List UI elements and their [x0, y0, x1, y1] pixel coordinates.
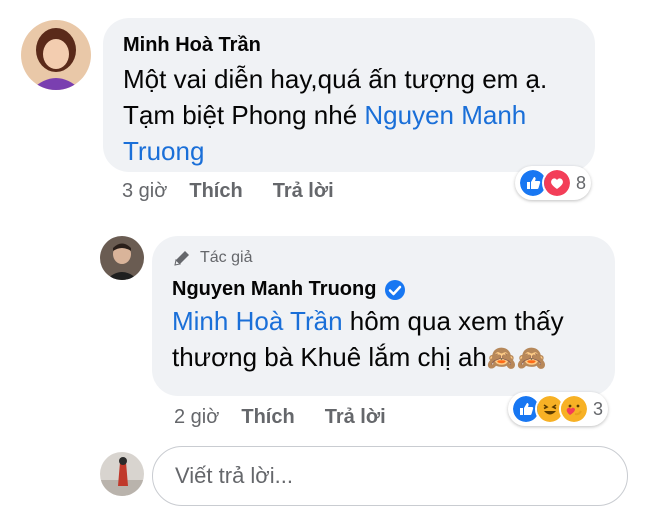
like-button[interactable]: Thích	[241, 406, 294, 429]
reply-actions: 2 giờ Thích Trả lời	[174, 406, 386, 429]
mention-link[interactable]: Truong	[123, 133, 575, 169]
reply-bubble: Tác giả Nguyen Manh Truong Minh Hoà Trần…	[152, 236, 615, 396]
reaction-summary[interactable]: 3	[508, 392, 609, 426]
like-button[interactable]: Thích	[189, 180, 242, 203]
reply-input[interactable]: Viết trả lời...	[152, 446, 628, 506]
author-badge: Tác giả	[172, 248, 595, 268]
comment-author-avatar[interactable]	[21, 20, 91, 90]
mention-link[interactable]: Minh Hoà Trần	[172, 306, 343, 336]
reaction-summary[interactable]: 8	[515, 166, 592, 200]
reaction-count: 3	[593, 398, 604, 419]
reply-text-fragment: thương bà Khuê lắm chị ah	[172, 342, 487, 372]
mention-link[interactable]: Nguyen Manh	[364, 100, 526, 130]
comment-timestamp[interactable]: 3 giờ	[122, 180, 167, 203]
comment-author-name[interactable]: Minh Hoà Trần	[123, 34, 575, 57]
reply-text-line: Minh Hoà Trần hôm qua xem thấy	[172, 303, 595, 339]
comment-bubble: Minh Hoà Trần Một vai diễn hay,quá ấn tư…	[103, 18, 595, 172]
current-user-avatar[interactable]	[100, 452, 144, 496]
reply-input-placeholder: Viết trả lời...	[175, 463, 293, 488]
comment-text-line: Tạm biệt Phong nhé Nguyen Manh	[123, 97, 575, 133]
reply-text: Minh Hoà Trần hôm qua xem thấy thương bà…	[172, 303, 595, 377]
verified-badge-icon	[385, 279, 406, 300]
pencil-icon	[174, 251, 189, 266]
reaction-count: 8	[576, 172, 587, 193]
see-no-evil-monkey-icon: 🙈🙈	[486, 345, 547, 372]
love-reaction-icon	[542, 168, 572, 198]
reply-author-name[interactable]: Nguyen Manh Truong	[172, 278, 376, 301]
reply-text-line: thương bà Khuê lắm chị ah🙈🙈	[172, 339, 595, 377]
reply-button[interactable]: Trả lời	[273, 180, 334, 203]
care-reaction-icon	[559, 394, 589, 424]
comment-text-fragment: Tạm biệt Phong nhé	[123, 100, 365, 130]
comment-text: Một vai diễn hay,quá ấn tượng em ạ. Tạm …	[123, 61, 575, 169]
comment-text-line: Một vai diễn hay,quá ấn tượng em ạ.	[123, 64, 548, 94]
author-badge-label: Tác giả	[200, 249, 253, 266]
reply-author-avatar[interactable]	[100, 236, 144, 280]
reply-text-fragment: hôm qua xem thấy	[342, 306, 564, 336]
comment-actions: 3 giờ Thích Trả lời	[122, 180, 334, 203]
reply-timestamp[interactable]: 2 giờ	[174, 406, 219, 429]
reply-button[interactable]: Trả lời	[325, 406, 386, 429]
